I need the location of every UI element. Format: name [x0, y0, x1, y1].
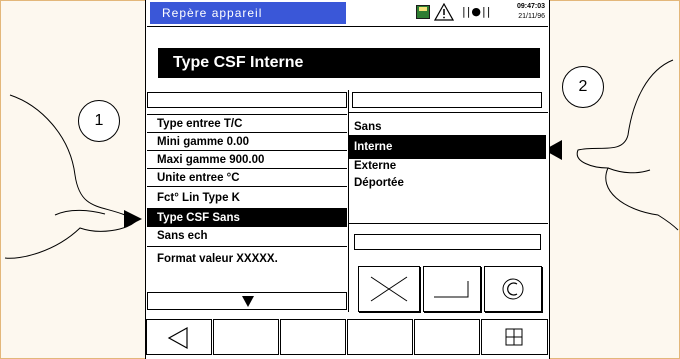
option-item-selected[interactable]: Interne — [349, 135, 546, 159]
callout-2: 2 — [562, 66, 604, 108]
menu-item[interactable]: Fct° Lin Type K — [147, 186, 347, 208]
softkey-5[interactable] — [414, 319, 480, 355]
menu-item-selected[interactable]: Type CSF Sans — [147, 208, 347, 226]
enter-icon — [434, 281, 469, 298]
right-options-panel: Sans Interne Externe Déportée — [349, 112, 548, 223]
menu-item[interactable]: Type entree T/C — [147, 114, 347, 132]
softkey-2[interactable] — [213, 319, 279, 355]
options-separator — [349, 223, 548, 224]
clock: 09:47:03 21/11/96 — [507, 2, 545, 22]
menu-item[interactable]: Mini gamme 0.00 — [147, 132, 347, 150]
copyright-icon — [502, 278, 524, 300]
value-field[interactable] — [354, 234, 541, 250]
option-item[interactable]: Sans — [349, 115, 546, 137]
left-field-top[interactable] — [147, 92, 347, 108]
disk-icon — [416, 5, 430, 19]
status-header: Repère appareil ||●|| 09:47:03 21/11/96 — [147, 0, 548, 27]
cancel-icon — [370, 276, 408, 302]
option-item[interactable]: Externe — [349, 157, 546, 177]
right-field-top[interactable] — [352, 92, 542, 108]
page-title: Type CSF Interne — [158, 48, 540, 78]
device-label: Repère appareil — [150, 2, 346, 24]
device-screen: Repère appareil ||●|| 09:47:03 21/11/96 … — [145, 0, 550, 359]
softkey-grid[interactable] — [481, 319, 548, 355]
callout-1: 1 — [78, 100, 120, 142]
left-menu-panel: Type entree T/C Mini gamme 0.00 Maxi gam… — [147, 114, 347, 312]
menu-item[interactable]: Format valeur XXXXX. — [147, 246, 347, 266]
softkey-3[interactable] — [280, 319, 346, 355]
left-hand-illustration — [4, 94, 136, 259]
enter-button[interactable] — [423, 266, 481, 312]
time-display: 09:47:03 — [516, 3, 545, 10]
cancel-button[interactable] — [358, 266, 420, 312]
menu-item[interactable]: Sans ech — [147, 226, 347, 246]
signal-icon: ||●|| — [462, 5, 492, 18]
grid-icon — [505, 328, 523, 346]
pointer-arrow-left — [124, 210, 142, 228]
warning-icon — [434, 3, 454, 21]
back-triangle-icon — [167, 326, 188, 350]
copyright-button[interactable] — [484, 266, 542, 312]
menu-item[interactable]: Unite entree °C — [147, 168, 347, 186]
date-display: 21/11/96 — [518, 13, 545, 20]
scroll-down-icon[interactable] — [242, 296, 254, 307]
option-item[interactable]: Déportée — [349, 175, 546, 195]
menu-item[interactable]: Maxi gamme 900.00 — [147, 150, 347, 168]
softkey-back[interactable] — [146, 319, 212, 355]
scroll-down-field[interactable] — [147, 292, 347, 310]
softkey-4[interactable] — [347, 319, 413, 355]
